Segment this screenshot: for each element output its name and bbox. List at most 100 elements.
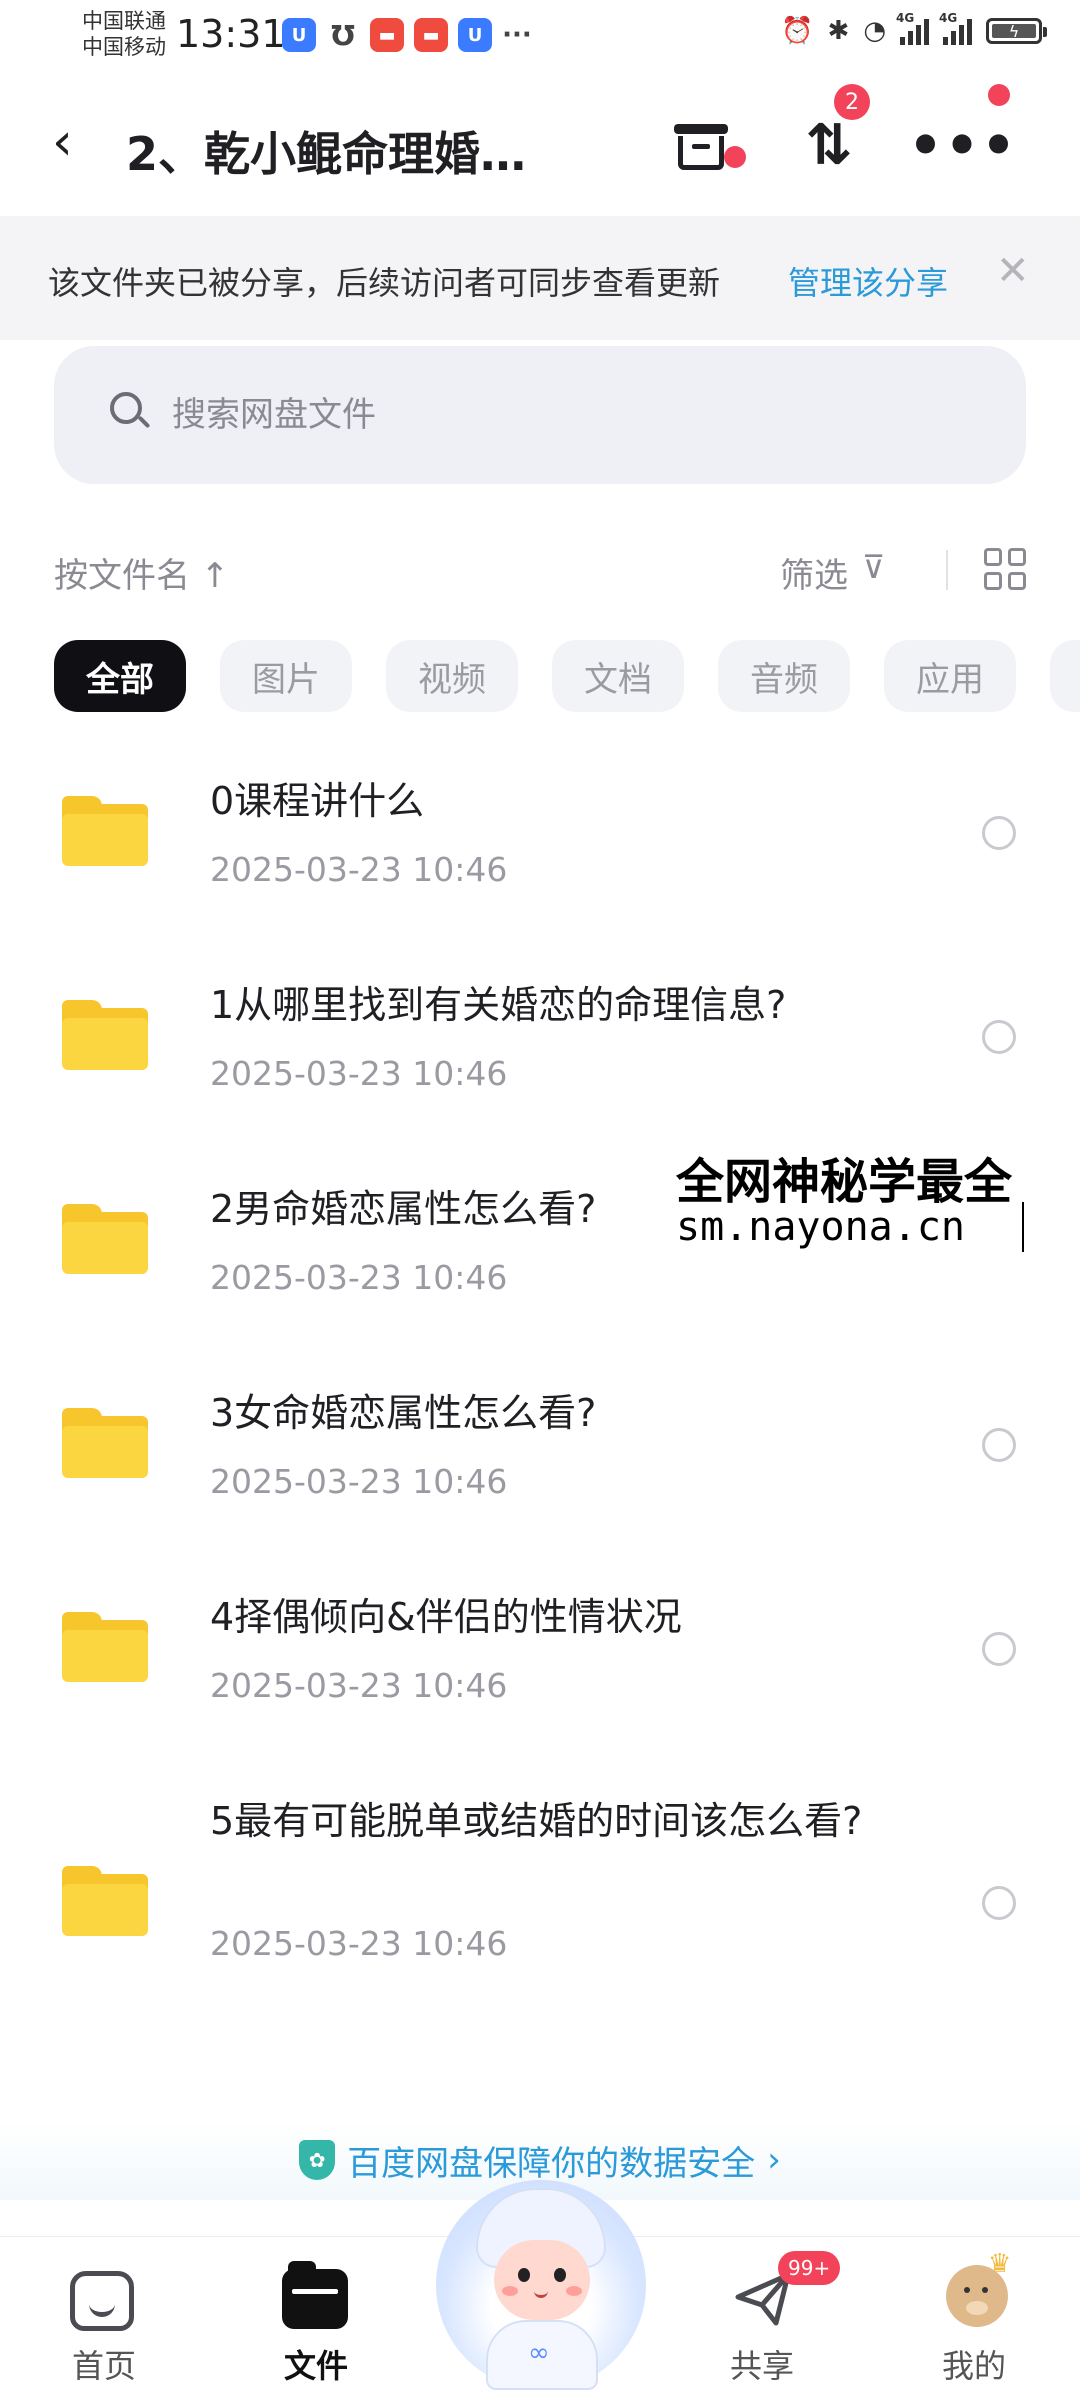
nav-home-label: 首页 — [71, 2347, 136, 2385]
carrier-1: 中国联通 — [82, 9, 166, 33]
status-bar: 中国联通 中国移动 13:31 U Ʊ ▬ ▬ U ··· ⏰ ✱ ◔ 4G 4… — [0, 0, 1080, 76]
file-name: 0课程讲什么 — [210, 779, 425, 823]
select-radio[interactable] — [982, 1020, 1016, 1054]
file-date: 2025-03-23 10:46 — [210, 850, 508, 889]
select-radio[interactable] — [982, 816, 1016, 850]
folder-icon — [62, 1612, 148, 1682]
chip-images[interactable]: 图片 — [220, 640, 352, 712]
app-notification-icon: ▬ — [370, 18, 404, 52]
folder-icon — [62, 1000, 148, 1070]
list-item[interactable]: 1从哪里找到有关婚恋的命理信息? 2025-03-23 10:46 — [0, 944, 1080, 1144]
app-notification-icon: U — [282, 18, 316, 52]
folder-icon — [62, 1408, 148, 1478]
home-icon — [70, 2271, 134, 2331]
list-item[interactable]: 3女命婚恋属性怎么看? 2025-03-23 10:46 — [0, 1352, 1080, 1552]
chip-apps[interactable]: 应用 — [884, 640, 1016, 712]
back-icon[interactable]: ‹ — [52, 112, 73, 172]
signal-icon: 4G — [896, 11, 929, 45]
battery-icon: ϟ — [986, 18, 1047, 44]
manage-share-link[interactable]: 管理该分享 — [788, 258, 948, 304]
list-item[interactable]: 4择偶倾向&伴侣的性情状况 2025-03-23 10:46 — [0, 1556, 1080, 1756]
chip-all[interactable]: 全部 — [54, 640, 186, 712]
nav-share[interactable]: 99+ 共享 — [692, 2251, 841, 2391]
list-item[interactable]: 0课程讲什么 2025-03-23 10:46 — [0, 740, 1080, 940]
archive-icon — [674, 118, 728, 172]
more-red-dot — [988, 84, 1010, 106]
assistant-mascot-button[interactable]: ∞ — [436, 2180, 646, 2400]
search-bar[interactable] — [54, 346, 1026, 484]
select-radio[interactable] — [982, 1428, 1016, 1462]
chip-more[interactable] — [1050, 640, 1080, 712]
share-banner-text: 该文件夹已被分享，后续访问者可同步查看更新 — [48, 264, 721, 302]
folder-tab-icon — [282, 2261, 348, 2329]
chip-audio[interactable]: 音频 — [718, 640, 850, 712]
nav-home[interactable]: 首页 — [34, 2261, 174, 2391]
chip-documents[interactable]: 文档 — [552, 640, 684, 712]
file-date: 2025-03-23 10:46 — [210, 1666, 508, 1705]
nav-me[interactable]: ♛ 我的 — [904, 2249, 1044, 2391]
app-notification-icon: ▬ — [414, 18, 448, 52]
bluetooth-icon: ✱ — [827, 16, 850, 46]
shield-icon: ✿ — [299, 2140, 336, 2180]
file-name: 3女命婚恋属性怎么看? — [210, 1391, 597, 1435]
app-notification-icon: Ʊ — [331, 18, 355, 52]
archive-red-dot — [724, 146, 746, 168]
file-date: 2025-03-23 10:46 — [210, 1258, 508, 1297]
signal-icon: 4G — [939, 11, 972, 45]
file-name: 1从哪里找到有关婚恋的命理信息? — [210, 983, 787, 1027]
list-item[interactable]: 5最有可能脱单或结婚的时间该怎么看? 2025-03-23 10:46 — [0, 1760, 1080, 2020]
wifi-icon: ◔ — [863, 16, 886, 46]
status-time: 13:31 — [176, 12, 286, 56]
transfer-icon: ⇅ — [805, 112, 853, 178]
filter-button[interactable]: 筛选 — [780, 548, 848, 597]
nav-files[interactable]: 文件 — [246, 2261, 386, 2391]
file-date: 2025-03-23 10:46 — [210, 1462, 508, 1501]
network-type-1: 4G — [896, 11, 915, 25]
more-notifications-icon: ··· — [502, 20, 532, 50]
network-type-2: 4G — [939, 11, 958, 25]
file-name: 4择偶倾向&伴侣的性情状况 — [210, 1595, 682, 1639]
watermark-title: 全网神秘学最全 — [676, 1154, 1013, 1210]
filter-icon[interactable]: ⊽ — [862, 548, 885, 586]
sort-by-name-button[interactable]: 按文件名 ↑ — [54, 548, 229, 597]
page-title: 2、乾小鲲命理婚恋合盘实战… — [126, 127, 566, 181]
select-radio[interactable] — [982, 1886, 1016, 1920]
notification-icons: U Ʊ ▬ ▬ U ··· — [282, 18, 532, 52]
alarm-icon: ⏰ — [781, 16, 814, 46]
carrier-labels: 中国联通 中国移动 — [82, 8, 166, 60]
select-radio[interactable] — [982, 1632, 1016, 1666]
share-banner: 该文件夹已被分享，后续访问者可同步查看更新 管理该分享 ✕ — [0, 216, 1080, 340]
cloud-logo-icon: ∞ — [528, 2338, 550, 2368]
file-date: 2025-03-23 10:46 — [210, 1924, 508, 1963]
watermark-overlay: 全网神秘学最全 sm.nayona.cn — [676, 1142, 1080, 1266]
system-icons: ⏰ ✱ ◔ 4G 4G ϟ — [781, 11, 1047, 46]
watermark-url: sm.nayona.cn — [676, 1204, 965, 1250]
share-badge: 99+ — [778, 2251, 841, 2285]
crown-icon: ♛ — [988, 2249, 1012, 2279]
transfer-badge: 2 — [834, 84, 870, 120]
more-button[interactable]: ••• — [908, 108, 1016, 182]
category-chips: 全部 图片 视频 文档 音频 应用 — [54, 640, 1080, 712]
divider — [946, 550, 948, 590]
close-icon[interactable]: ✕ — [996, 248, 1030, 294]
chip-videos[interactable]: 视频 — [386, 640, 518, 712]
nav-files-label: 文件 — [283, 2347, 348, 2385]
archive-button[interactable] — [664, 108, 738, 182]
more-icon: ••• — [908, 113, 1018, 177]
header: ‹ 2、乾小鲲命理婚恋合盘实战… ⇅ 2 ••• — [0, 84, 1080, 200]
file-name: 5最有可能脱单或结婚的时间该怎么看? — [210, 1799, 863, 1843]
chevron-right-icon: › — [767, 2140, 781, 2180]
app-notification-icon: U — [458, 18, 492, 52]
file-date: 2025-03-23 10:46 — [210, 1054, 508, 1093]
sort-filter-bar: 按文件名 ↑ 筛选 ⊽ — [0, 540, 1080, 600]
carrier-2: 中国移动 — [82, 35, 166, 59]
folder-icon — [62, 796, 148, 866]
nav-share-label: 共享 — [729, 2347, 794, 2385]
text-cursor — [1022, 1202, 1024, 1252]
nav-me-label: 我的 — [941, 2347, 1006, 2385]
folder-icon — [62, 1866, 148, 1936]
search-icon — [110, 392, 151, 432]
folder-icon — [62, 1204, 148, 1274]
grid-view-icon[interactable] — [984, 548, 1026, 590]
search-input[interactable] — [172, 386, 952, 444]
